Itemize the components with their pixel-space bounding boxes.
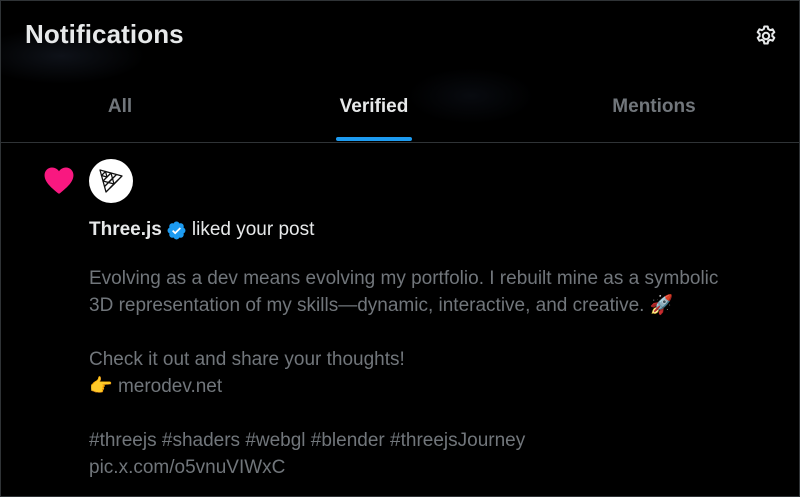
post-line: 👉 merodev.net — [89, 373, 779, 400]
post-media-link[interactable]: pic.x.com/o5vnuVIWxC — [89, 454, 779, 481]
tab-verified[interactable]: Verified — [239, 71, 509, 143]
post-hashtags[interactable]: #threejs #shaders #webgl #blender #three… — [89, 427, 779, 454]
tab-verified-label: Verified — [339, 96, 409, 117]
post-line-text: 3D representation of my skills—dynamic, … — [89, 295, 645, 316]
settings-button[interactable] — [753, 23, 779, 49]
notifications-header: Notifications All Verified Mentions — [1, 1, 799, 143]
rocket-emoji: 🚀 — [649, 294, 674, 316]
action-text: liked your post — [191, 219, 315, 240]
notifications-panel: Notifications All Verified Mentions Thre… — [0, 0, 800, 497]
tab-all[interactable]: All — [1, 71, 239, 143]
gear-icon — [756, 25, 776, 45]
post-link[interactable]: merodev.net — [118, 376, 222, 397]
heart-icon — [44, 167, 74, 194]
page-title: Notifications — [25, 19, 184, 49]
post-line: Check it out and share your thoughts! — [89, 349, 405, 370]
threejs-logo-icon — [99, 169, 123, 193]
notification-tabs: All Verified Mentions — [1, 71, 799, 143]
post-line: 3D representation of my skills—dynamic, … — [89, 292, 779, 319]
tab-mentions-label: Mentions — [612, 96, 696, 117]
verified-badge-icon — [167, 221, 186, 239]
post-preview[interactable]: Evolving as a dev means evolving my port… — [89, 265, 779, 481]
tab-mentions[interactable]: Mentions — [509, 71, 799, 143]
notification-item[interactable]: Three.js liked your post Evolving as a d… — [1, 143, 799, 496]
active-tab-indicator — [336, 137, 412, 141]
notification-summary: Three.js liked your post — [89, 219, 314, 241]
pointing-emoji: 👉 — [89, 375, 113, 397]
avatar[interactable] — [89, 159, 133, 203]
post-line: Evolving as a dev means evolving my port… — [89, 268, 719, 289]
actor-name[interactable]: Three.js — [89, 219, 162, 241]
tab-all-label: All — [107, 96, 133, 117]
